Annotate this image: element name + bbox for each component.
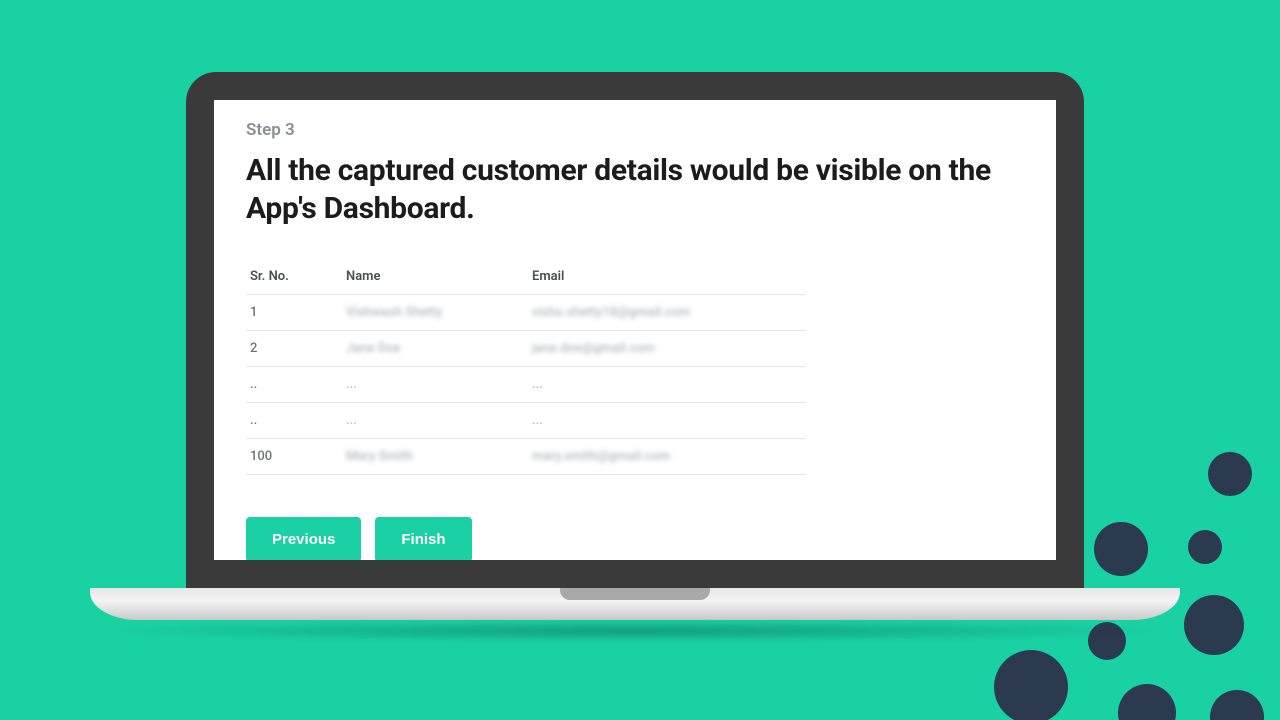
laptop-notch — [560, 588, 710, 600]
table-row: 100 Mary Smith mary.smith@gmail.com — [246, 439, 806, 475]
table-header-row: Sr. No. Name Email — [246, 259, 806, 295]
table-row: 2 Jane Doe jane.doe@gmail.com — [246, 331, 806, 367]
cell-sr: 100 — [246, 439, 342, 475]
step-label: Step 3 — [246, 120, 1024, 140]
laptop-base — [90, 588, 1180, 620]
cell-email: jane.doe@gmail.com — [528, 331, 806, 367]
cell-sr: 2 — [246, 331, 342, 367]
cell-email: ... — [528, 367, 806, 403]
col-name: Name — [342, 259, 528, 295]
cell-name: Mary Smith — [342, 439, 528, 475]
cell-sr: 1 — [246, 295, 342, 331]
cell-sr: .. — [246, 403, 342, 439]
cell-name: ... — [342, 403, 528, 439]
app-screen: Step 3 All the captured customer details… — [214, 100, 1056, 560]
page-heading: All the captured customer details would … — [246, 152, 1006, 227]
table-row: .. ... ... — [246, 403, 806, 439]
button-row: Previous Finish — [246, 517, 1024, 560]
table-row: .. ... ... — [246, 367, 806, 403]
cell-email: ... — [528, 403, 806, 439]
table-row: 1 Vishwash Shetty vishu.shetty18@gmail.c… — [246, 295, 806, 331]
col-sr: Sr. No. — [246, 259, 342, 295]
cell-name: Vishwash Shetty — [342, 295, 528, 331]
col-email: Email — [528, 259, 806, 295]
laptop-shadow — [90, 620, 1180, 642]
previous-button[interactable]: Previous — [246, 517, 361, 560]
cell-email: vishu.shetty18@gmail.com — [528, 295, 806, 331]
cell-sr: .. — [246, 367, 342, 403]
cell-name: ... — [342, 367, 528, 403]
cell-name: Jane Doe — [342, 331, 528, 367]
laptop-lid: Step 3 All the captured customer details… — [186, 72, 1084, 588]
cell-email: mary.smith@gmail.com — [528, 439, 806, 475]
customers-table: Sr. No. Name Email 1 Vishwash Shetty vis… — [246, 259, 806, 475]
laptop-mockup: Step 3 All the captured customer details… — [186, 72, 1084, 642]
finish-button[interactable]: Finish — [375, 517, 471, 560]
